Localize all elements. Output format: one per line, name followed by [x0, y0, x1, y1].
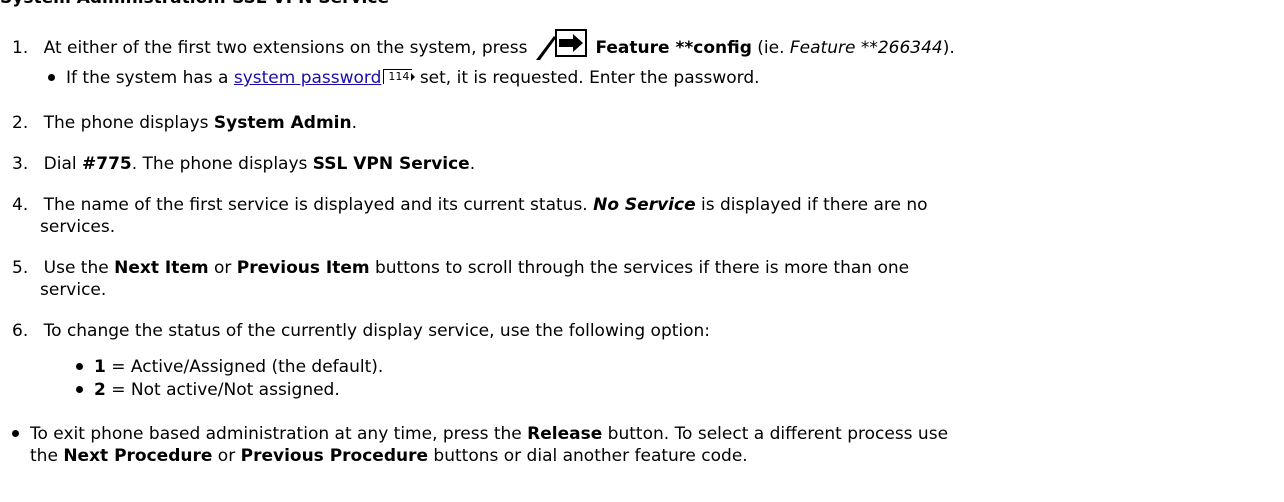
note-text: or: [212, 446, 241, 466]
note-text: set, it is requested. Enter the password…: [414, 68, 760, 88]
feature-code-example: Feature **266344: [789, 38, 943, 58]
bullet-dot: [76, 386, 83, 393]
step-number: 1.: [12, 38, 29, 58]
step-text: The name of the first service is display…: [43, 195, 594, 215]
page-number: 114: [388, 70, 410, 83]
feature-arrow-icon: [533, 26, 591, 62]
step-text: ).: [942, 38, 955, 58]
step-text: Dial: [43, 154, 82, 174]
option-item: 2 = Not active/Not assigned.: [94, 378, 340, 402]
bullet-dot: [76, 363, 83, 370]
option-item: 1 = Active/Assigned (the default).: [94, 355, 383, 379]
bullet-dot: [12, 430, 19, 437]
step-text: .: [351, 113, 357, 133]
option-text: = Active/Assigned (the default).: [105, 357, 384, 377]
step-text: . The phone displays: [131, 154, 313, 174]
step-5: 5. Use the Next Item or Previous Item bu…: [12, 256, 909, 280]
exit-note: To exit phone based administration at an…: [30, 422, 948, 446]
password-note: If the system has a system password 114 s…: [66, 66, 760, 90]
feature-code: Feature **config: [595, 38, 752, 58]
step-1: 1. At either of the first two extensions…: [12, 29, 955, 66]
note-text: the: [30, 446, 64, 466]
bullet-dot: [48, 74, 55, 81]
step-text: At either of the first two extensions on…: [43, 38, 528, 58]
section-heading: System Administration: SSL VPN Service: [0, 0, 389, 10]
step-number: 5.: [12, 258, 29, 278]
step-text: is displayed if there are no: [695, 195, 928, 215]
option-text: = Not active/Not assigned.: [105, 380, 340, 400]
note-text: button. To select a different process us…: [602, 424, 949, 444]
option-key: 1: [94, 357, 106, 377]
document-body: System Administration: SSL VPN Service 1…: [0, 0, 1284, 502]
step-3: 3. Dial #775. The phone displays SSL VPN…: [12, 152, 475, 176]
note-text: buttons or dial another feature code.: [428, 446, 748, 466]
note-text: If the system has a: [66, 68, 234, 88]
display-text: No Service: [593, 195, 696, 215]
system-password-link[interactable]: system password: [234, 68, 382, 88]
dial-code: #775: [82, 154, 132, 174]
button-name: Previous Procedure: [240, 446, 429, 466]
step-text: The phone displays: [43, 113, 214, 133]
step-4-continued: services.: [40, 217, 116, 237]
step-text: buttons to scroll through the services i…: [369, 258, 910, 278]
option-key: 2: [94, 380, 106, 400]
step-text: To change the status of the currently di…: [43, 321, 711, 341]
exit-note-continued: the Next Procedure or Previous Procedure…: [30, 444, 748, 468]
page-reference-icon[interactable]: 114: [383, 69, 416, 84]
step-2: 2. The phone displays System Admin.: [12, 111, 357, 135]
step-4: 4. The name of the first service is disp…: [12, 193, 928, 217]
step-6: 6. To change the status of the currently…: [12, 319, 710, 343]
step-5-continued: service.: [40, 280, 107, 300]
step-text: (ie.: [751, 38, 790, 58]
step-text: or: [208, 258, 237, 278]
step-text: .: [469, 154, 476, 174]
step-number: 4.: [12, 195, 29, 215]
step-number: 3.: [12, 154, 29, 174]
button-name: Next Item: [114, 258, 209, 278]
step-text: Use the: [43, 258, 115, 278]
display-text: System Admin: [213, 113, 352, 133]
step-number: 2.: [12, 113, 29, 133]
note-text: To exit phone based administration at an…: [30, 424, 528, 444]
display-text: SSL VPN Service: [312, 154, 470, 174]
button-name: Release: [527, 424, 603, 444]
step-number: 6.: [12, 321, 29, 341]
button-name: Previous Item: [236, 258, 370, 278]
button-name: Next Procedure: [63, 446, 213, 466]
